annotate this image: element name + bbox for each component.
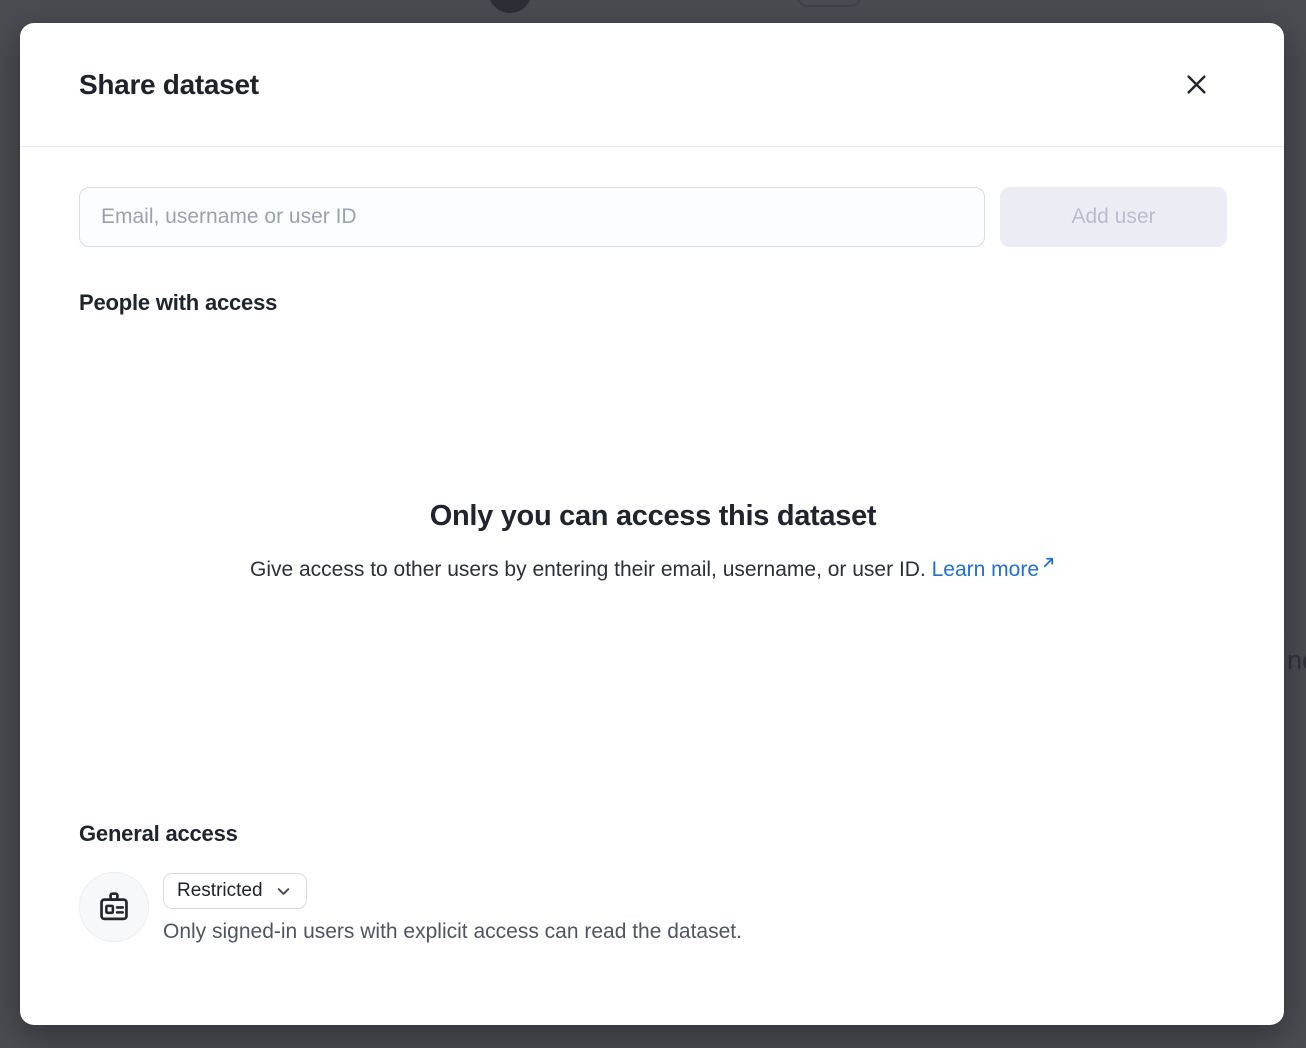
id-badge-icon (97, 890, 131, 924)
close-icon (1183, 71, 1210, 98)
add-user-button[interactable]: Add user (1000, 187, 1227, 247)
share-dataset-modal: Share dataset Add user People with acces… (20, 23, 1284, 1025)
empty-state-title: Only you can access this dataset (79, 500, 1227, 533)
modal-body: Add user People with access Only you can… (20, 147, 1284, 1025)
modal-header: Share dataset (20, 23, 1284, 147)
general-access-selected: Restricted (177, 880, 263, 902)
background-text-fragment: ne (1287, 645, 1306, 676)
share-user-input[interactable] (79, 187, 985, 247)
people-empty-state: Only you can access this dataset Give ac… (79, 500, 1227, 582)
access-controls: Restricted Only signed-in users with exp… (163, 872, 742, 944)
general-access-dropdown[interactable]: Restricted (163, 873, 307, 909)
close-button[interactable] (1180, 69, 1212, 101)
add-user-row: Add user (79, 187, 1227, 247)
external-link-arrow-icon (1039, 558, 1056, 581)
general-access-description: Only signed-in users with explicit acces… (163, 920, 742, 944)
chevron-down-icon (275, 883, 292, 900)
general-access-row: Restricted Only signed-in users with exp… (79, 872, 1227, 944)
learn-more-link[interactable]: Learn more (932, 558, 1056, 581)
access-icon-circle (79, 872, 149, 942)
background-button-outline (797, 0, 861, 7)
background-avatar (488, 0, 532, 13)
general-access-heading: General access (79, 821, 1227, 847)
people-with-access-heading: People with access (79, 290, 1227, 316)
modal-title: Share dataset (79, 69, 259, 101)
empty-state-description: Give access to other users by entering t… (79, 555, 1227, 582)
